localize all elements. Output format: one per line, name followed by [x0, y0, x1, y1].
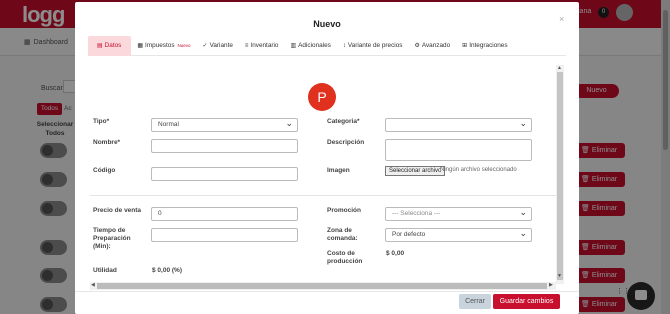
descripcion-label: Descripción — [327, 139, 365, 146]
tax-icon: ▦ — [137, 42, 144, 49]
tab-impuestos[interactable]: ▦ Impuestos Nuevo — [131, 36, 196, 56]
addons-icon: ▥ — [290, 42, 297, 49]
tab-label: Datos — [104, 42, 122, 49]
tipo-label: Tipo* — [93, 118, 110, 125]
zona-select[interactable]: Por defecto — [385, 227, 532, 242]
tab-label: Avanzado — [421, 42, 451, 49]
zona-label: Zona de comanda: — [327, 227, 358, 242]
tab-variante[interactable]: ✓ Variante — [197, 36, 239, 56]
imagen-label: Imagen — [327, 167, 350, 174]
categoria-select[interactable] — [385, 117, 532, 132]
save-button[interactable]: Guardar cambios — [493, 294, 560, 309]
nombre-input[interactable] — [151, 139, 298, 153]
tab-label: Variante — [209, 42, 233, 49]
codigo-input[interactable] — [151, 167, 298, 181]
categoria-label: Categoria* — [327, 118, 360, 125]
body-scrollbar-thumb[interactable] — [557, 72, 563, 280]
section-divider — [90, 195, 564, 196]
tab-integraciones[interactable]: ⊞ Integraciones — [456, 36, 513, 56]
costo-value: $ 0,00 — [386, 250, 405, 257]
close-icon[interactable]: × — [559, 14, 564, 24]
utilidad-value: $ 0,00 (%) — [152, 267, 182, 274]
tab-label: Adicionales — [298, 42, 331, 49]
tab-label: Impuestos — [145, 42, 175, 49]
precio-label: Precio de venta — [93, 207, 142, 214]
nombre-label: Nombre* — [93, 139, 121, 146]
sort-icon: ↕ — [342, 42, 346, 49]
tab-label: Variante de precios — [347, 42, 403, 49]
list-icon: ≡ — [244, 42, 249, 49]
tab-avanzado[interactable]: ⚙ Avanzado — [408, 36, 456, 56]
codigo-label: Código — [93, 167, 116, 174]
horizontal-scrollbar-thumb[interactable] — [97, 283, 547, 289]
check-icon: ✓ — [202, 42, 208, 49]
tiempo-label: Tiempo de Preparación (Min): — [93, 227, 131, 250]
product-avatar: P — [308, 83, 336, 111]
tab-inventario[interactable]: ≡ Inventario — [239, 36, 285, 56]
tab-label: Inventario — [250, 42, 279, 49]
modal-body: P Tipo* Normal Categoria* Nombre* Descri… — [90, 64, 564, 289]
tiempo-input[interactable] — [151, 228, 298, 242]
choose-file-button[interactable]: Seleccionar archivo — [385, 166, 446, 176]
scroll-left-icon[interactable]: ◀ — [91, 282, 95, 288]
tab-datos[interactable]: ▤ Datos — [88, 35, 132, 56]
tipo-select[interactable]: Normal — [151, 117, 298, 132]
gear-icon: ⚙ — [414, 42, 420, 49]
scroll-right-icon[interactable]: ▶ — [549, 282, 553, 288]
costo-label: Costo de producción — [327, 250, 363, 265]
tab-adicionales[interactable]: ▥ Adicionales — [285, 36, 337, 56]
close-button[interactable]: Cerrar — [459, 294, 491, 309]
modal-title: Nuevo — [313, 19, 341, 29]
tab-variante-precios[interactable]: ↕ Variante de precios — [337, 36, 409, 56]
file-status-text: Ningún archivo seleccionado — [440, 167, 517, 173]
grid-icon: ⊞ — [462, 42, 468, 49]
utilidad-label: Utilidad — [93, 267, 117, 274]
promocion-label: Promoción — [327, 207, 361, 214]
promocion-select[interactable]: --- Selecciona --- — [385, 206, 532, 221]
precio-input[interactable]: 0 — [151, 207, 298, 221]
datos-icon: ▤ — [97, 42, 103, 49]
new-product-modal: Nuevo × ▤ Datos ▦ Impuestos Nuevo ✓ Vari… — [75, 2, 579, 314]
scroll-down-icon[interactable]: ▼ — [557, 273, 562, 279]
modal-tabs: ▤ Datos ▦ Impuestos Nuevo ✓ Variante ≡ I… — [88, 35, 566, 56]
new-badge: Nuevo — [177, 43, 191, 48]
scroll-up-icon[interactable]: ▲ — [557, 65, 562, 71]
tab-label: Integraciones — [469, 42, 508, 49]
descripcion-textarea[interactable] — [385, 139, 532, 161]
